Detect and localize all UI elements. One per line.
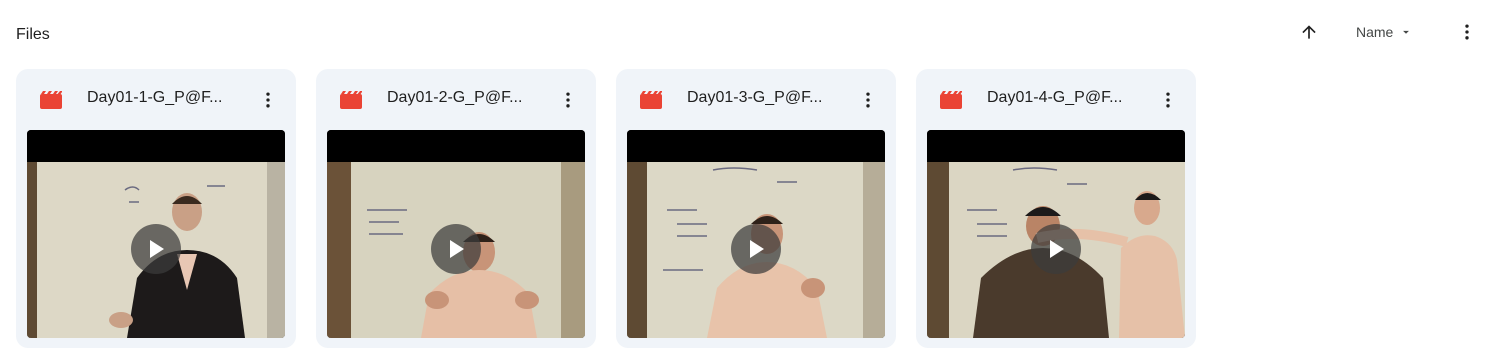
sort-label: Name	[1356, 24, 1394, 40]
video-file-icon	[40, 91, 62, 109]
video-thumbnail[interactable]	[327, 130, 585, 338]
file-name: Day01-2-G_P@F...	[387, 89, 523, 106]
file-name: Day01-3-G_P@F...	[687, 89, 823, 106]
more-vert-icon	[266, 92, 270, 108]
video-file-icon	[340, 91, 362, 109]
sort-by-button[interactable]: Name	[1346, 16, 1423, 48]
video-thumbnail[interactable]	[27, 130, 285, 338]
play-icon	[150, 240, 164, 258]
play-button[interactable]	[431, 224, 481, 274]
arrow-up-icon	[1302, 25, 1316, 39]
file-card-header: Day01-1-G_P@F...	[16, 69, 296, 131]
file-grid: Day01-1-G_P@F... Day01-2-G_P@F... Day01-…	[16, 69, 1196, 348]
file-name: Day01-4-G_P@F...	[987, 89, 1123, 106]
more-vert-icon	[1166, 92, 1170, 108]
file-card[interactable]: Day01-1-G_P@F...	[16, 69, 296, 348]
file-more-button[interactable]	[256, 88, 280, 112]
play-button[interactable]	[731, 224, 781, 274]
play-button[interactable]	[1031, 224, 1081, 274]
file-more-button[interactable]	[856, 88, 880, 112]
play-icon	[450, 240, 464, 258]
file-card-header: Day01-3-G_P@F...	[616, 69, 896, 131]
file-more-button[interactable]	[1156, 88, 1180, 112]
video-file-icon	[940, 91, 962, 109]
file-card-header: Day01-2-G_P@F...	[316, 69, 596, 131]
video-thumbnail[interactable]	[627, 130, 885, 338]
video-thumbnail[interactable]	[927, 130, 1185, 338]
file-more-button[interactable]	[556, 88, 580, 112]
play-icon	[750, 240, 764, 258]
file-card[interactable]: Day01-3-G_P@F...	[616, 69, 896, 348]
caret-down-icon	[1403, 30, 1410, 34]
sort-direction-button[interactable]	[1297, 20, 1321, 44]
more-vert-icon	[1465, 24, 1469, 40]
file-name: Day01-1-G_P@F...	[87, 89, 223, 106]
file-card[interactable]: Day01-4-G_P@F...	[916, 69, 1196, 348]
play-button[interactable]	[131, 224, 181, 274]
section-title: Files	[16, 26, 50, 43]
video-file-icon	[640, 91, 662, 109]
more-vert-icon	[566, 92, 570, 108]
file-card[interactable]: Day01-2-G_P@F...	[316, 69, 596, 348]
view-options-more-button[interactable]	[1455, 20, 1479, 44]
file-card-header: Day01-4-G_P@F...	[916, 69, 1196, 131]
more-vert-icon	[866, 92, 870, 108]
play-icon	[1050, 240, 1064, 258]
